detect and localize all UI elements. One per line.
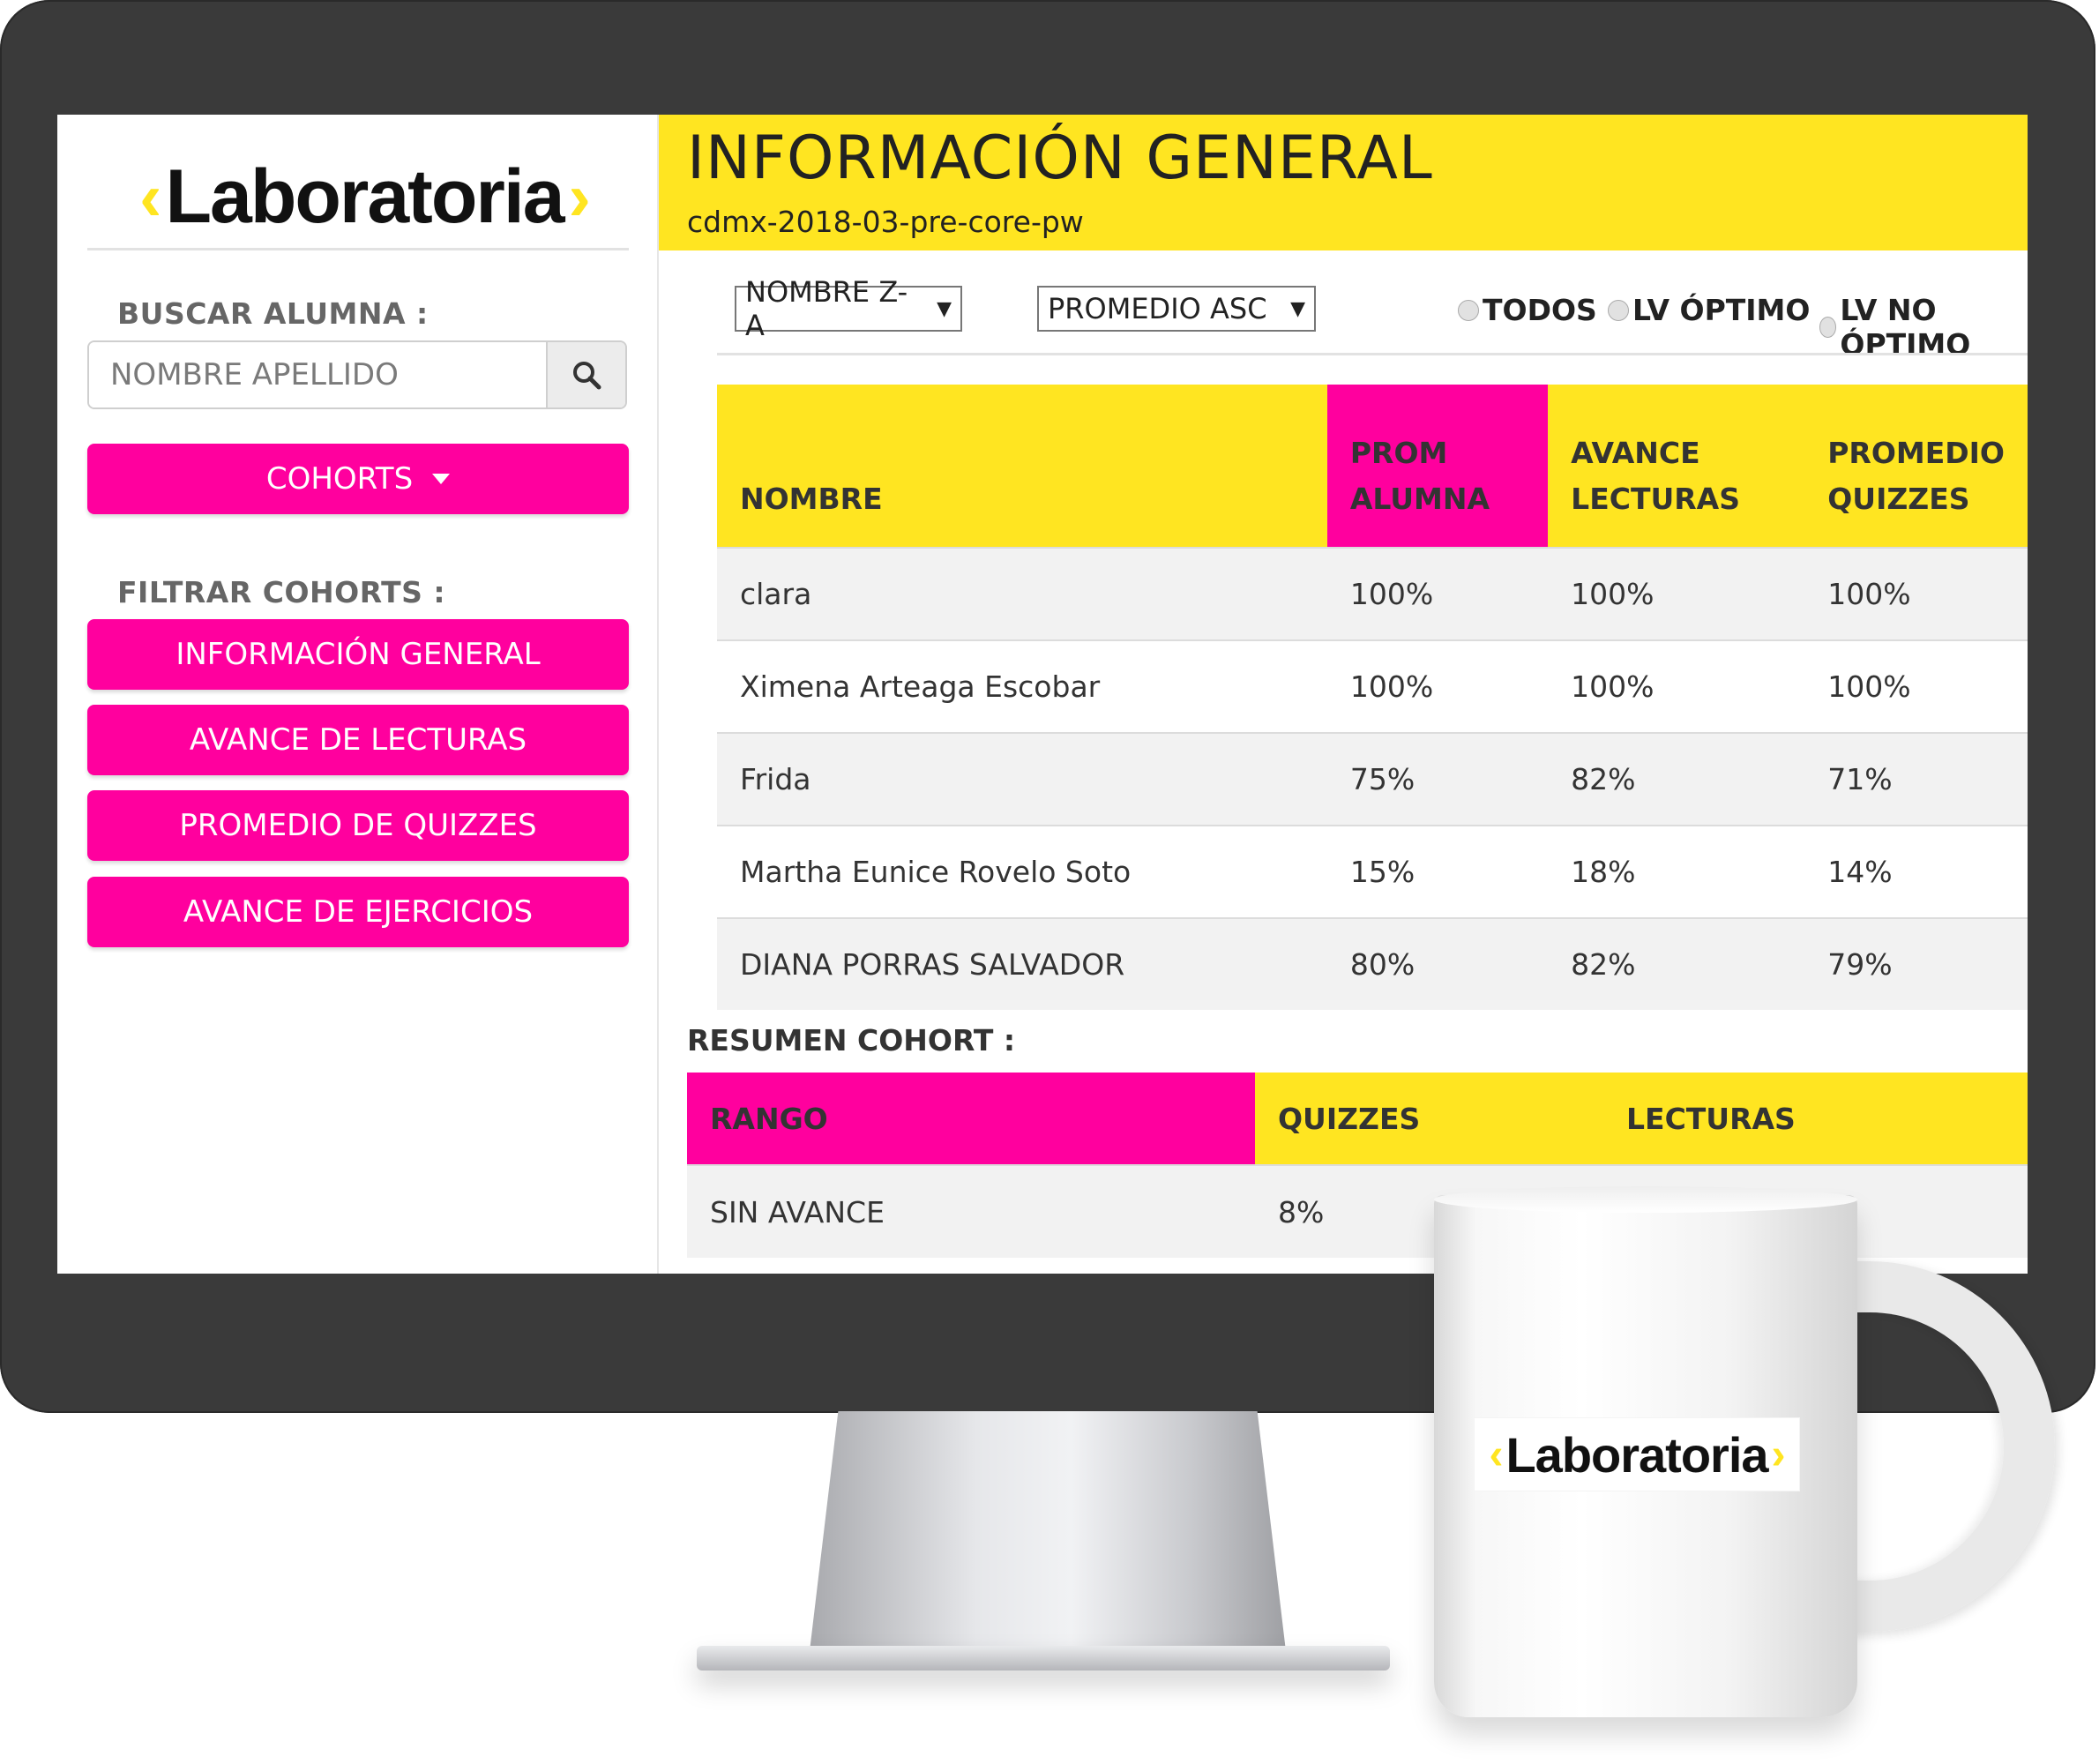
cell-reading: 82%	[1548, 732, 1805, 826]
header-promedio-quizzes[interactable]: PROMEDIO QUIZZES	[1804, 385, 2028, 548]
cell-reading: 18%	[1548, 825, 1805, 918]
table-header-row: NOMBRE PROM ALUMNA AVANCE LECTURAS PROMEDI…	[717, 385, 2028, 548]
header-prom-alumna[interactable]: PROM ALUMNA	[1326, 385, 1549, 548]
radio-label: TODOS	[1483, 293, 1597, 327]
cell-range: SIN AVANCE	[687, 1164, 1255, 1258]
cell-quizzes: 71%	[1804, 732, 2028, 826]
header-avance-lecturas[interactable]: AVANCE LECTURAS	[1548, 385, 1805, 548]
nav-avance-ejercicios[interactable]: AVANCE DE EJERCICIOS	[87, 877, 629, 947]
radio-lv-optimo[interactable]: LV ÓPTIMO	[1608, 293, 1810, 327]
filter-controls: NOMBRE Z-A ▼ PROMEDIO ASC ▼ TODOS LV ÓPT…	[717, 275, 2028, 362]
mug-logo: ‹ Laboratoria ›	[1475, 1418, 1799, 1491]
cell-prom: 75%	[1326, 732, 1549, 826]
header-rango[interactable]: RANGO	[687, 1073, 1255, 1165]
cell-name: DIANA PORRAS SALVADOR	[717, 917, 1327, 1010]
search-button[interactable]	[546, 342, 625, 407]
caret-down-icon	[432, 474, 451, 484]
sort-average-select[interactable]: PROMEDIO ASC ▼	[1037, 286, 1316, 332]
cell-name: clara	[717, 547, 1327, 640]
mug-rim	[1434, 1186, 1857, 1213]
nav-avance-lecturas[interactable]: AVANCE DE LECTURAS	[87, 705, 629, 775]
nav-label: PROMEDIO DE QUIZZES	[179, 808, 537, 843]
table-row[interactable]: Ximena Arteaga Escobar 100% 100% 100%	[717, 639, 2028, 733]
cell-reading: 100%	[1548, 639, 1805, 733]
nav-label: AVANCE DE EJERCICIOS	[183, 894, 534, 930]
search-label: BUSCAR ALUMNA :	[117, 296, 429, 331]
cell-quizzes: 100%	[1804, 547, 2028, 640]
radio-circle[interactable]	[1608, 299, 1629, 321]
logo-divider	[87, 248, 629, 250]
mug-logo-text: Laboratoria	[1505, 1426, 1768, 1483]
search-input[interactable]	[89, 342, 549, 407]
cell-reading: 82%	[1548, 917, 1805, 1010]
page-title: INFORMACIÓN GENERAL	[687, 123, 1433, 193]
table-row[interactable]: Frida 75% 82% 71%	[717, 732, 2028, 826]
cell-quizzes: 100%	[1804, 639, 2028, 733]
cohorts-dropdown-button[interactable]: COHORTS	[87, 444, 629, 514]
monitor-base	[697, 1646, 1390, 1671]
header-quizzes[interactable]: QUIZZES	[1255, 1073, 1603, 1165]
cell-quizzes: 14%	[1804, 825, 2028, 918]
search-box	[87, 340, 627, 409]
logo-chevron-right: ›	[1771, 1431, 1786, 1478]
nav-label: AVANCE DE LECTURAS	[189, 722, 527, 758]
radio-circle[interactable]	[1819, 317, 1837, 338]
radio-label: LV NO ÓPTIMO	[1840, 293, 1971, 362]
screen: ‹ Laboratoria › BUSCAR ALUMNA : COHORTS …	[57, 115, 2028, 1274]
nav-promedio-quizzes[interactable]: PROMEDIO DE QUIZZES	[87, 790, 629, 861]
dropdown-arrow-icon: ▼	[937, 297, 952, 320]
monitor-stand	[810, 1411, 1286, 1651]
logo-chevron-left: ‹	[1489, 1431, 1503, 1478]
cohort-name: cdmx-2018-03-pre-core-pw	[687, 205, 1084, 239]
sort-name-value: NOMBRE Z-A	[745, 275, 908, 342]
logo-chevron-left: ‹	[139, 159, 161, 235]
cell-prom: 15%	[1326, 825, 1549, 918]
table-row[interactable]: DIANA PORRAS SALVADOR 80% 82% 79%	[717, 917, 2028, 1010]
cell-prom: 100%	[1326, 547, 1549, 640]
table-row[interactable]: Martha Eunice Rovelo Soto 15% 18% 14%	[717, 825, 2028, 918]
page-header: INFORMACIÓN GENERAL cdmx-2018-03-pre-cor…	[659, 115, 2028, 250]
table-row[interactable]: clara 100% 100% 100%	[717, 547, 2028, 640]
laboratoria-logo[interactable]: ‹ Laboratoria ›	[117, 148, 611, 245]
cell-name: Martha Eunice Rovelo Soto	[717, 825, 1327, 918]
cell-name: Ximena Arteaga Escobar	[717, 639, 1327, 733]
cell-prom: 100%	[1326, 639, 1549, 733]
sidebar: ‹ Laboratoria › BUSCAR ALUMNA : COHORTS …	[57, 115, 659, 1274]
students-table: NOMBRE PROM ALUMNA AVANCE LECTURAS PROMEDI…	[717, 385, 2028, 1010]
radio-label: LV ÓPTIMO	[1632, 293, 1811, 327]
controls-divider	[717, 353, 2028, 355]
dropdown-arrow-icon: ▼	[1290, 297, 1305, 320]
logo-text: Laboratoria	[165, 153, 564, 239]
summary-label: RESUMEN COHORT :	[687, 1023, 1016, 1058]
sort-name-select[interactable]: NOMBRE Z-A ▼	[735, 275, 962, 342]
radio-todos[interactable]: TODOS	[1458, 293, 1597, 327]
header-nombre[interactable]: NOMBRE	[717, 385, 1327, 548]
cell-prom: 80%	[1326, 917, 1549, 1010]
search-icon	[573, 362, 601, 390]
cell-reading: 100%	[1548, 547, 1805, 640]
header-lecturas[interactable]: LECTURAS	[1603, 1073, 2028, 1165]
cell-quizzes: 79%	[1804, 917, 2028, 1010]
radio-lv-no-optimo[interactable]: LV NO ÓPTIMO	[1819, 293, 2028, 362]
filter-label: FILTRAR COHORTS :	[117, 575, 446, 609]
summary-header-row: RANGO QUIZZES LECTURAS	[687, 1073, 2028, 1165]
cohorts-button-label: COHORTS	[265, 461, 414, 497]
main-content: INFORMACIÓN GENERAL cdmx-2018-03-pre-cor…	[659, 115, 2028, 1274]
logo-chevron-right: ›	[568, 159, 591, 235]
sort-average-value: PROMEDIO ASC	[1048, 292, 1267, 325]
nav-label: INFORMACIÓN GENERAL	[176, 637, 541, 672]
radio-circle[interactable]	[1458, 299, 1479, 321]
nav-informacion-general[interactable]: INFORMACIÓN GENERAL	[87, 619, 629, 690]
cell-name: Frida	[717, 732, 1327, 826]
